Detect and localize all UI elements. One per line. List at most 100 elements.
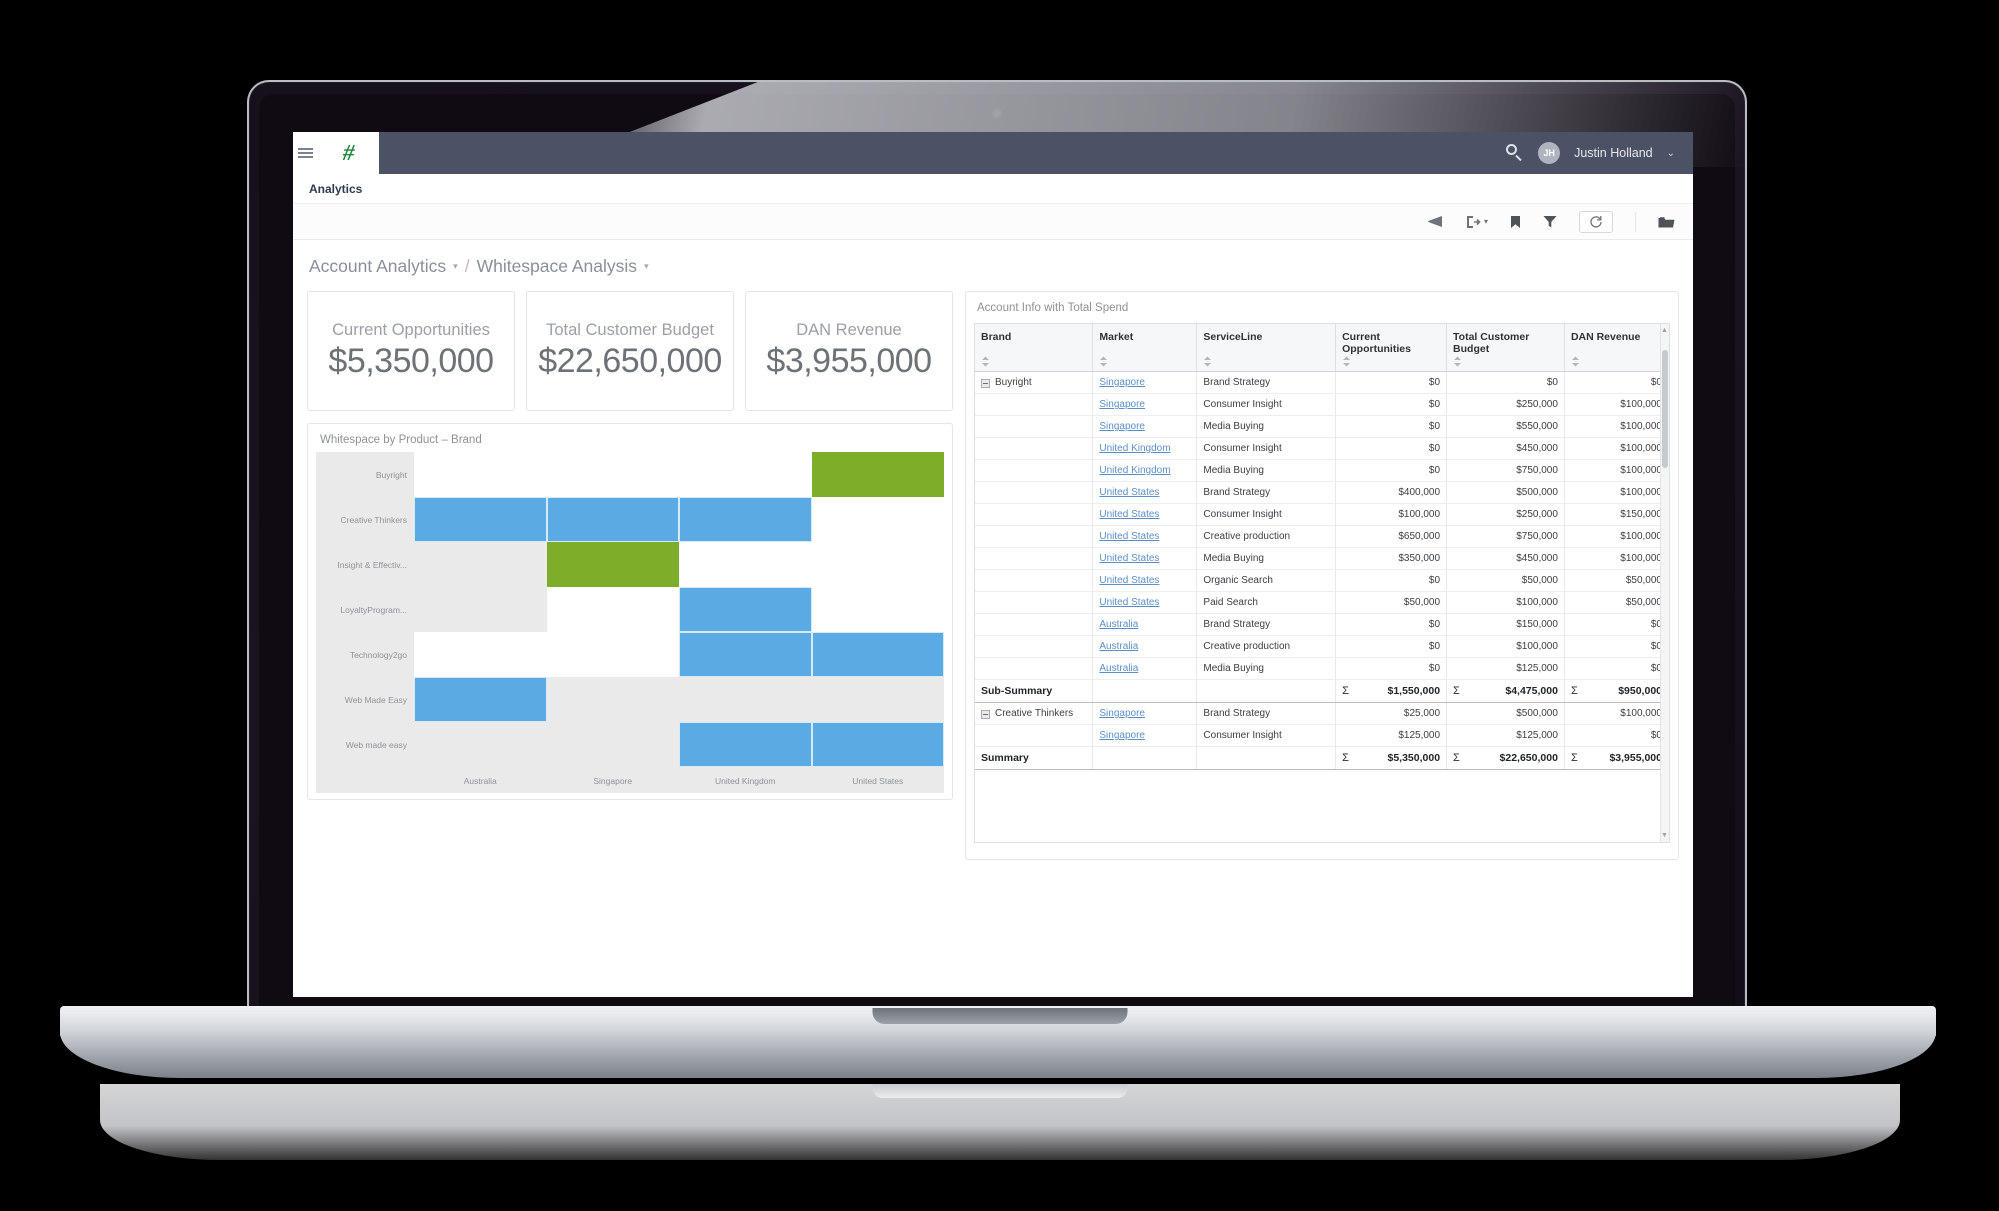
heatmap-cell[interactable] <box>546 497 679 542</box>
table-row[interactable]: Singapore Media Buying $0 $550,000 $100,000 <box>975 415 1669 438</box>
kpi-card[interactable]: DAN Revenue $3,955,000 <box>745 291 953 411</box>
heatmap-cell[interactable] <box>414 497 547 542</box>
heatmap-cell[interactable] <box>414 632 547 677</box>
heatmap-cell[interactable] <box>679 722 812 767</box>
search-icon[interactable] <box>1506 144 1524 162</box>
webcam-icon <box>991 108 1003 119</box>
table-row[interactable]: United States Consumer Insight $100,000 $25… <box>975 503 1669 526</box>
market-link[interactable]: Singapore <box>1099 377 1145 388</box>
export-icon[interactable]: ▾ <box>1466 215 1488 229</box>
cell-brand <box>975 437 1094 460</box>
broadcast-icon[interactable] <box>1427 215 1444 228</box>
cell-serviceline: Media Buying <box>1196 415 1337 438</box>
market-link[interactable]: United States <box>1099 575 1159 586</box>
refresh-icon[interactable] <box>1579 210 1613 233</box>
heatmap-cell[interactable] <box>546 452 679 497</box>
scroll-up-icon[interactable]: ▲ <box>1661 327 1668 334</box>
sort-arrows-icon[interactable] <box>1203 356 1212 367</box>
heatmap-cell[interactable] <box>679 587 812 632</box>
table-row[interactable]: Creative Thinkers Singapore Brand Strategy… <box>975 702 1669 725</box>
market-link[interactable]: United States <box>1099 509 1159 520</box>
table-row[interactable]: United States Creative production $650,000… <box>975 525 1669 548</box>
heatmap-cell[interactable] <box>414 677 547 722</box>
table-row[interactable]: United States Brand Strategy $400,000 $500,… <box>975 481 1669 504</box>
market-link[interactable]: United States <box>1099 531 1159 542</box>
scroll-down-icon[interactable]: ▼ <box>1661 832 1668 839</box>
heatmap-cell[interactable] <box>811 587 944 632</box>
table-row[interactable]: United Kingdom Media Buying $0 $750,000 $100… <box>975 459 1669 482</box>
sort-arrows-icon[interactable] <box>981 356 990 367</box>
breadcrumb-current[interactable]: Whitespace Analysis <box>477 256 638 277</box>
sort-arrows-icon[interactable] <box>1099 356 1108 367</box>
market-link[interactable]: United States <box>1099 553 1159 564</box>
expand-collapse-icon[interactable] <box>981 709 990 719</box>
table-row[interactable]: Singapore Consumer Insight $125,000 $125,00… <box>975 724 1669 747</box>
heatmap-row-cells <box>414 587 944 632</box>
market-link[interactable]: Australia <box>1099 641 1138 652</box>
table-column-header[interactable]: DAN Revenue <box>1564 324 1669 372</box>
filter-icon[interactable] <box>1543 215 1557 228</box>
heatmap-cell[interactable] <box>546 587 679 632</box>
market-link[interactable]: Australia <box>1099 663 1138 674</box>
table-column-header[interactable]: ServiceLine <box>1196 324 1337 372</box>
table-row[interactable]: United States Media Buying $350,000 $450,00… <box>975 547 1669 570</box>
heatmap-cell[interactable] <box>811 452 944 497</box>
breadcrumb-current-caret-icon[interactable]: ▾ <box>644 261 649 272</box>
heatmap-cell[interactable] <box>679 497 812 542</box>
breadcrumb-root[interactable]: Account Analytics <box>309 256 446 277</box>
market-link[interactable]: United Kingdom <box>1099 443 1170 454</box>
heatmap-cell[interactable] <box>811 542 944 587</box>
expand-collapse-icon[interactable] <box>981 378 990 388</box>
sort-arrows-icon[interactable] <box>1571 356 1580 367</box>
cell-dan-revenue: $100,000 <box>1564 459 1669 482</box>
table-row[interactable]: Buyright Singapore Brand Strategy $0 $0 $0 <box>975 371 1669 394</box>
app-logo[interactable]: # <box>317 132 379 174</box>
heatmap-cell[interactable] <box>811 722 944 767</box>
table-row[interactable]: Australia Brand Strategy $0 $150,000 $0 <box>975 613 1669 636</box>
table-column-header[interactable]: Current Opportunities <box>1335 324 1448 372</box>
table-row[interactable]: United Kingdom Consumer Insight $0 $450,000… <box>975 437 1669 460</box>
heatmap-cell[interactable] <box>546 632 679 677</box>
market-link[interactable]: United Kingdom <box>1099 465 1170 476</box>
user-name[interactable]: Justin Holland <box>1574 146 1653 160</box>
market-link[interactable]: Singapore <box>1099 421 1145 432</box>
market-link[interactable]: United States <box>1099 597 1159 608</box>
heatmap-cell[interactable] <box>811 632 944 677</box>
heatmap-chart[interactable]: Buyright Creative Thinkers Insight & Effec… <box>316 452 944 793</box>
chevron-down-icon[interactable]: ⌄ <box>1667 148 1675 159</box>
table-row[interactable]: United States Organic Search $0 $50,000 $50,… <box>975 569 1669 592</box>
sort-arrows-icon[interactable] <box>1342 356 1351 367</box>
table-column-header[interactable]: Market <box>1092 324 1198 372</box>
market-link[interactable]: Singapore <box>1099 708 1145 719</box>
heatmap-cell[interactable] <box>679 452 812 497</box>
heatmap-cell[interactable] <box>546 542 679 587</box>
bookmark-icon[interactable] <box>1510 215 1521 229</box>
table-row[interactable]: Singapore Consumer Insight $0 $250,000 $100,… <box>975 393 1669 416</box>
market-link[interactable]: Singapore <box>1099 730 1145 741</box>
table-scrollbar[interactable]: ▲ ▼ <box>1660 324 1669 842</box>
table-column-header[interactable]: Total Customer Budget <box>1446 324 1565 372</box>
table-title: Account Info with Total Spend <box>977 302 1129 314</box>
table-row[interactable]: Australia Media Buying $0 $125,000 $0 <box>975 657 1669 680</box>
heatmap-cell[interactable] <box>679 632 812 677</box>
scrollbar-thumb[interactable] <box>1662 350 1668 468</box>
market-link[interactable]: Australia <box>1099 619 1138 630</box>
tab-analytics[interactable]: Analytics <box>301 182 370 196</box>
hamburger-menu-icon[interactable] <box>293 132 317 174</box>
cell-current-opportunities: $400,000 <box>1335 481 1448 504</box>
kpi-card[interactable]: Current Opportunities $5,350,000 <box>307 291 515 411</box>
kpi-card[interactable]: Total Customer Budget $22,650,000 <box>526 291 734 411</box>
market-link[interactable]: Singapore <box>1099 399 1145 410</box>
table-column-header[interactable]: Brand <box>975 324 1094 372</box>
table-row[interactable]: United States Paid Search $50,000 $100,000 $… <box>975 591 1669 614</box>
folder-icon[interactable] <box>1658 215 1675 228</box>
sort-arrows-icon[interactable] <box>1453 356 1462 367</box>
breadcrumb-root-caret-icon[interactable]: ▾ <box>453 261 458 272</box>
cell-serviceline: Consumer Insight <box>1196 393 1337 416</box>
table-row[interactable]: Australia Creative production $0 $100,000 $0 <box>975 635 1669 658</box>
heatmap-cell[interactable] <box>414 452 547 497</box>
heatmap-cell[interactable] <box>679 542 812 587</box>
heatmap-cell[interactable] <box>811 497 944 542</box>
heatmap-row-cells <box>414 722 944 767</box>
market-link[interactable]: United States <box>1099 487 1159 498</box>
